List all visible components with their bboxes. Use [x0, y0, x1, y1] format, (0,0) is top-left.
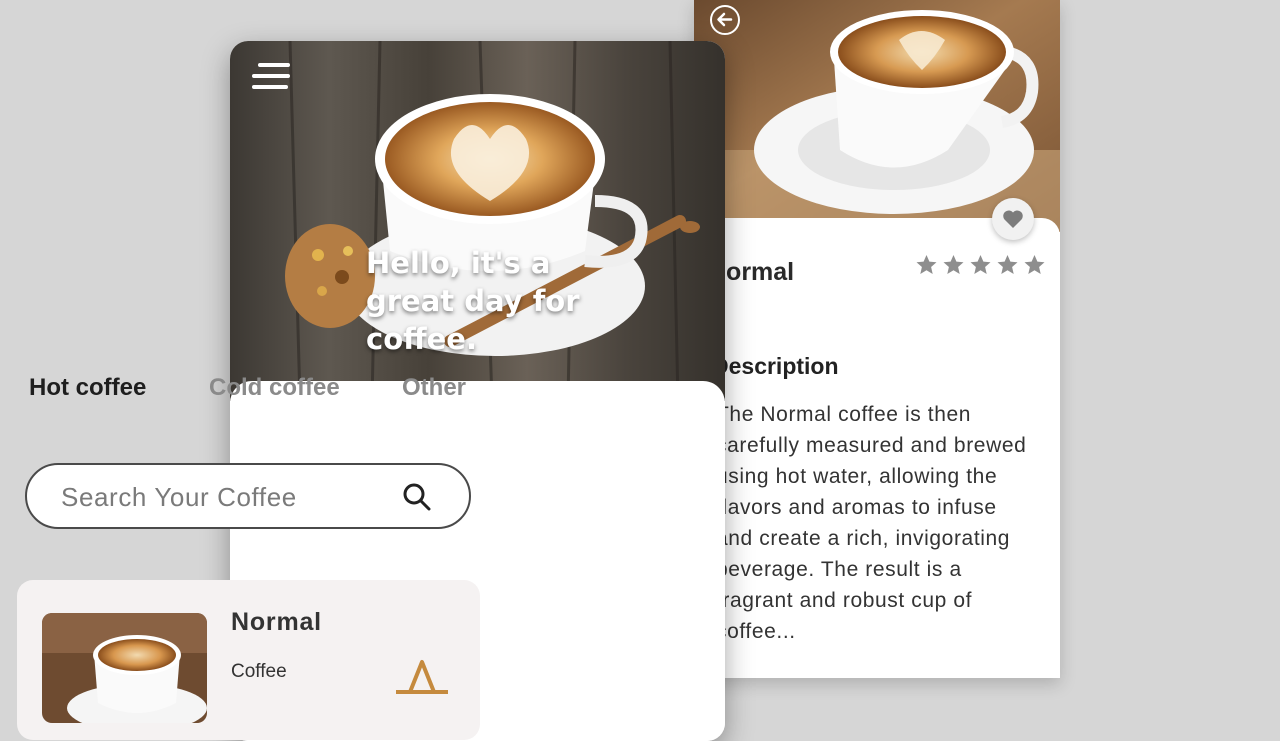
back-button[interactable]: [710, 5, 740, 35]
hamburger-menu-icon[interactable]: [252, 63, 292, 93]
tab-cold-coffee[interactable]: Cold coffee: [209, 374, 340, 402]
category-tabs: Hot coffee Cold coffee Other: [29, 374, 479, 404]
basket-icon[interactable]: [392, 658, 452, 698]
star-rating: [914, 253, 1047, 277]
product-subtitle: Coffee: [231, 661, 287, 682]
heart-icon: [1003, 210, 1023, 228]
product-title: Normal: [231, 608, 322, 636]
star-icon: [943, 255, 964, 274]
search-bar: [25, 463, 471, 529]
coffee-cup-photo: [694, 0, 1060, 232]
description-text: The Normal coffee is then carefully meas…: [716, 403, 1027, 643]
product-card[interactable]: Normal Coffee: [17, 580, 480, 740]
product-thumbnail: [42, 613, 207, 723]
tab-hot-coffee[interactable]: Hot coffee: [29, 374, 146, 402]
star-icon: [1024, 255, 1045, 274]
star-icon: [916, 255, 937, 274]
star-icon: [970, 255, 991, 274]
star-icon: [997, 255, 1018, 274]
tab-other[interactable]: Other: [402, 374, 466, 402]
coffee-detail-screen: Normal Description The Normal coffee is …: [694, 0, 1060, 678]
search-icon[interactable]: [402, 482, 432, 512]
search-input[interactable]: [59, 479, 383, 515]
description-heading: Description: [712, 353, 839, 379]
back-arrow-icon: [717, 12, 733, 27]
favorite-button[interactable]: [992, 198, 1034, 240]
greeting-text: Hello, it's a great day for coffee.: [366, 246, 580, 356]
